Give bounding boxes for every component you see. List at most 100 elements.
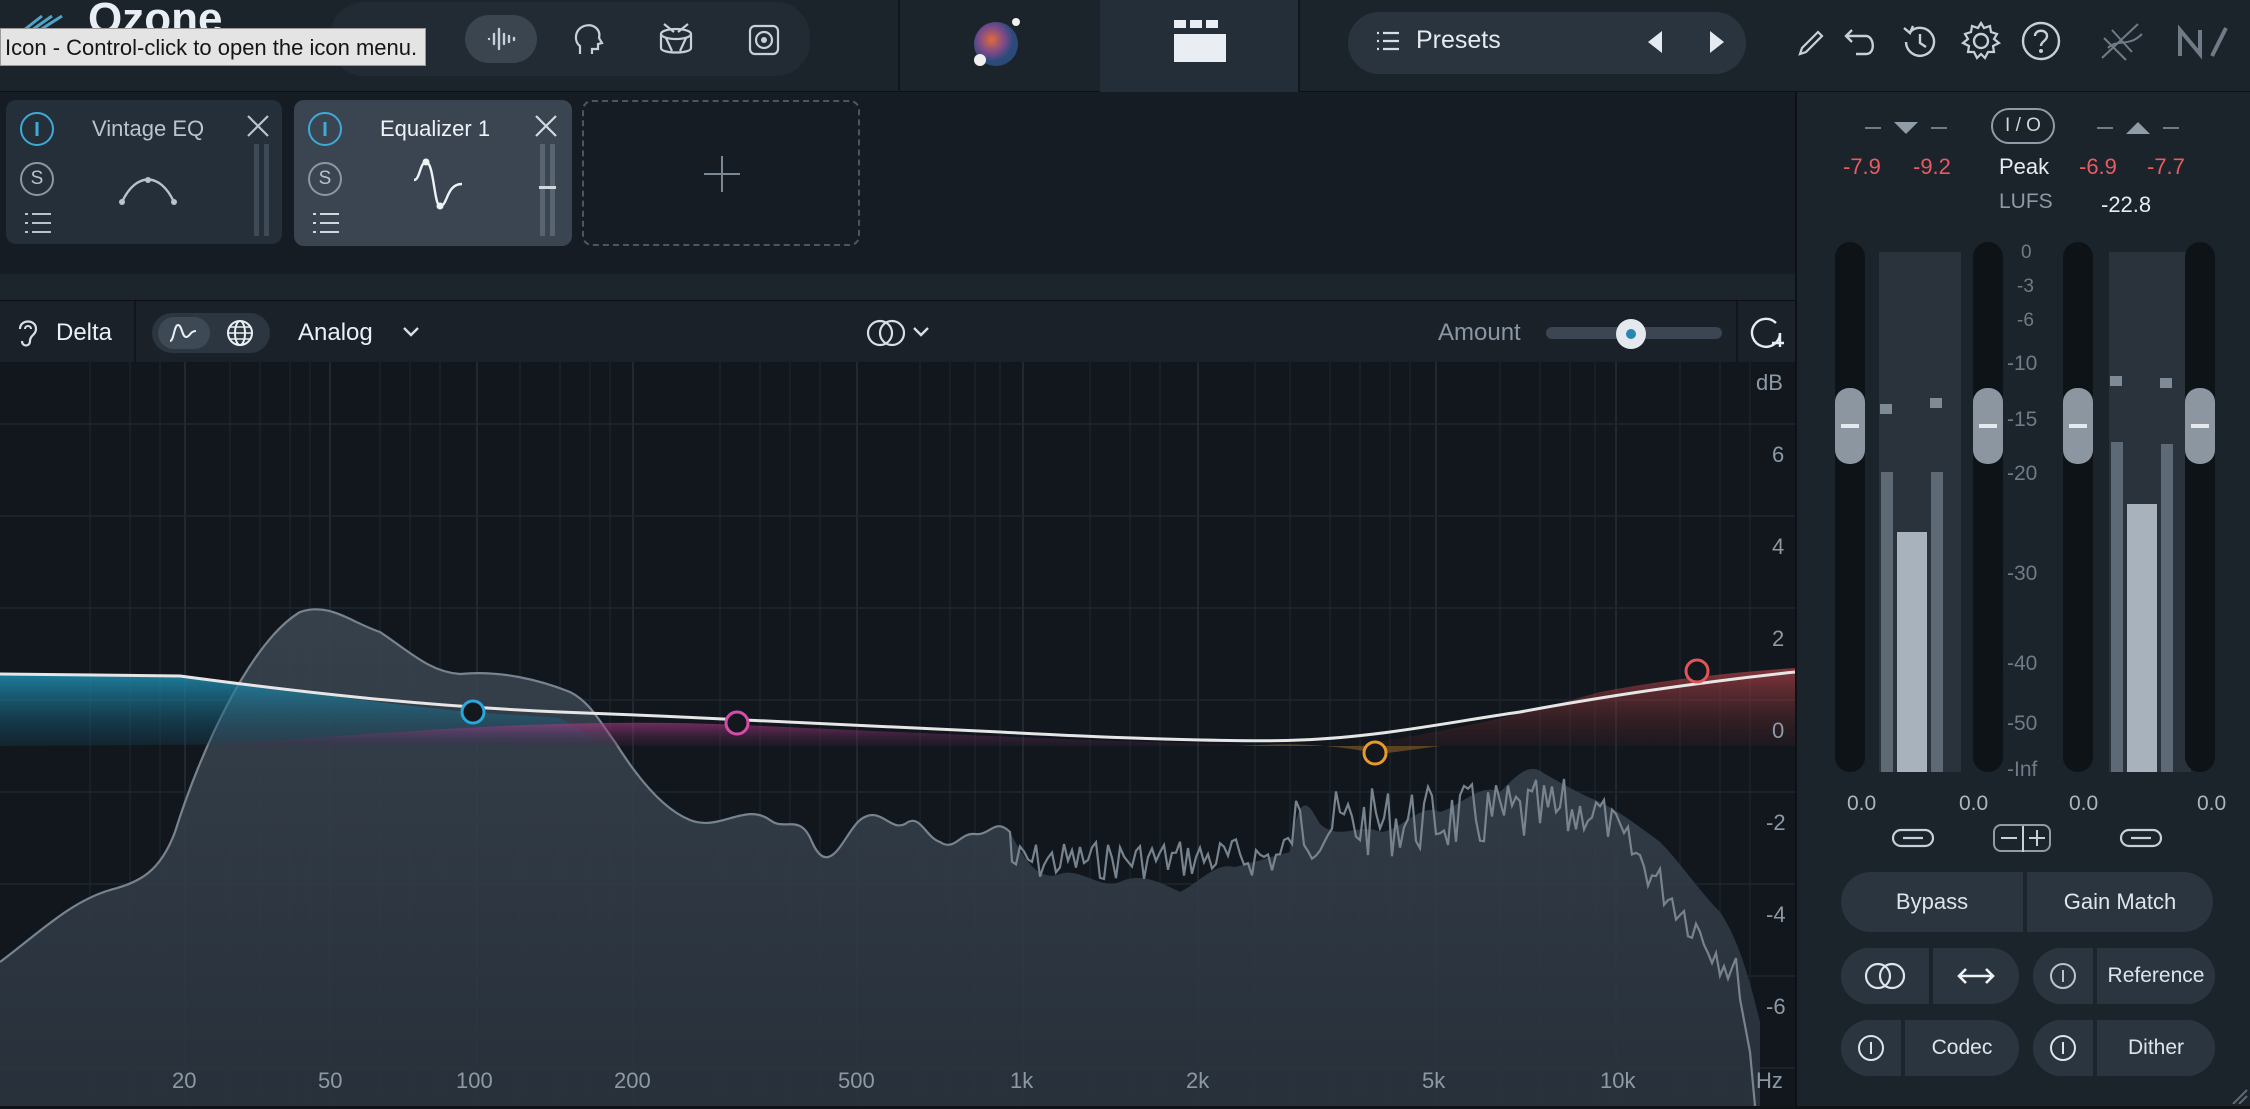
mode-select[interactable]: Analog xyxy=(298,319,373,347)
help-icon[interactable] xyxy=(2020,20,2062,62)
output-peak-right: -7.7 xyxy=(2147,154,2185,179)
reference-button[interactable]: Reference xyxy=(2097,948,2215,1004)
history-icon[interactable] xyxy=(1900,22,1940,62)
add-module-button[interactable] xyxy=(582,100,860,246)
bypass-button[interactable]: Bypass xyxy=(1841,872,2023,932)
orb-icon[interactable] xyxy=(970,16,1026,72)
dither-button[interactable]: Dither xyxy=(2097,1020,2215,1076)
resize-grip-icon[interactable] xyxy=(2229,1086,2249,1105)
eq-graph[interactable]: dB 6 4 2 0 -2 -4 -6 20 50 100 200 500 1k… xyxy=(0,362,1795,1106)
output-peak-left: -6.9 xyxy=(2079,154,2117,179)
output-fader-handle-left[interactable] xyxy=(2063,388,2093,464)
output-fader-track-right[interactable] xyxy=(2185,242,2215,772)
io-meter-panel: I / O -7.9 -9.2 Peak -6.9 -7.7 LUFS -22.… xyxy=(1795,92,2250,1106)
meter-scale-tick: -6 xyxy=(2017,310,2034,331)
input-fader-track-left[interactable] xyxy=(1835,242,1865,772)
db-axis-label: dB xyxy=(1756,370,1783,395)
drum-icon[interactable] xyxy=(656,20,696,60)
module-card-vintage-eq[interactable]: S Vintage EQ xyxy=(6,100,282,244)
prev-arrow-icon[interactable] xyxy=(1644,29,1666,55)
module-name: Vintage EQ xyxy=(92,116,205,141)
codec-power-button[interactable] xyxy=(1841,1020,1901,1076)
presets-bar[interactable] xyxy=(1348,12,1746,74)
hz-tick: 5k xyxy=(1422,1068,1446,1093)
menu-icon[interactable] xyxy=(24,212,52,234)
solo-button[interactable]: S xyxy=(20,162,54,196)
close-icon[interactable] xyxy=(246,114,270,138)
menu-icon[interactable] xyxy=(312,212,340,234)
close-icon[interactable] xyxy=(534,114,558,138)
output-gain-right[interactable]: 0.0 xyxy=(2197,792,2226,816)
hz-tick: 2k xyxy=(1186,1068,1210,1093)
eq-curve-icon xyxy=(410,156,466,214)
input-collapse-icon[interactable] xyxy=(1861,120,1951,136)
globe-icon[interactable] xyxy=(225,318,255,348)
eq-band-node-1[interactable] xyxy=(460,699,486,725)
io-stepper[interactable] xyxy=(1993,824,2051,852)
output-meter-rms-left xyxy=(2111,442,2123,772)
speaker-icon[interactable] xyxy=(744,20,784,60)
power-icon xyxy=(1858,1035,1884,1061)
input-fader-handle-right[interactable] xyxy=(1973,388,2003,464)
output-collapse-icon[interactable] xyxy=(2093,120,2183,136)
output-link-icon[interactable] xyxy=(2119,826,2163,850)
input-peak-hold-left xyxy=(1880,404,1892,414)
stereo-mode-icon[interactable] xyxy=(866,317,908,349)
input-link-icon[interactable] xyxy=(1891,826,1935,850)
amount-slider-thumb[interactable] xyxy=(1616,319,1646,349)
modules-grid-icon[interactable] xyxy=(1172,20,1228,64)
meter-scale-tick: -50 xyxy=(2007,712,2038,735)
undo-icon[interactable] xyxy=(1842,24,1880,60)
swap-arrows-icon xyxy=(1957,968,1995,984)
power-icon xyxy=(2050,963,2076,989)
next-arrow-icon[interactable] xyxy=(1706,29,1728,55)
ear-icon[interactable] xyxy=(16,317,40,347)
signature-icon[interactable] xyxy=(2098,18,2148,66)
output-fader-track-left[interactable] xyxy=(2063,242,2093,772)
input-gain-left[interactable]: 0.0 xyxy=(1847,792,1876,816)
io-button[interactable]: I / O xyxy=(1991,108,2055,144)
eq-toolbar: Delta Analog Amount xyxy=(0,300,1795,363)
dither-power-button[interactable] xyxy=(2033,1020,2093,1076)
chevron-down-icon[interactable] xyxy=(402,325,420,339)
input-meter-rms-left xyxy=(1881,472,1893,772)
gear-icon[interactable] xyxy=(1960,20,2002,62)
chevron-down-icon[interactable] xyxy=(912,325,930,339)
swap-channels-button[interactable] xyxy=(1933,948,2019,1004)
ni-logo-icon[interactable] xyxy=(2176,24,2230,60)
tooltip-text: Icon - Control-click to open the icon me… xyxy=(5,35,418,60)
delta-toggle[interactable]: Delta xyxy=(56,319,112,347)
hz-tick: 1k xyxy=(1010,1068,1034,1093)
input-peak-left: -7.9 xyxy=(1843,154,1881,179)
input-meter-rms-right xyxy=(1931,472,1943,772)
input-fader-handle-left[interactable] xyxy=(1835,388,1865,464)
stereo-monitor-button[interactable] xyxy=(1841,948,1929,1004)
solo-button[interactable]: S xyxy=(308,162,342,196)
curve-view-icon[interactable] xyxy=(158,317,210,349)
bell-curve-icon xyxy=(116,162,180,210)
eq-graph-canvas[interactable] xyxy=(0,362,1795,1106)
meter-scale-tick: 0 xyxy=(2021,242,2032,263)
eq-band-node-3[interactable] xyxy=(1362,740,1388,766)
output-fader-handle-right[interactable] xyxy=(2185,388,2215,464)
module-card-equalizer-1[interactable]: S Equalizer 1 xyxy=(294,100,572,246)
output-meter-rms-right xyxy=(2161,444,2173,772)
power-icon[interactable] xyxy=(20,112,54,146)
power-icon[interactable] xyxy=(308,112,342,146)
eq-band-node-2[interactable] xyxy=(724,710,750,736)
head-icon[interactable] xyxy=(568,20,608,60)
reference-power-button[interactable] xyxy=(2033,948,2093,1004)
list-icon xyxy=(1376,30,1400,52)
module-meter-level xyxy=(539,186,556,189)
output-gain-left[interactable]: 0.0 xyxy=(2069,792,2098,816)
input-peak-hold-right xyxy=(1930,398,1942,408)
eq-band-node-4[interactable] xyxy=(1684,658,1710,684)
gain-match-button[interactable]: Gain Match xyxy=(2027,872,2213,932)
input-gain-right[interactable]: 0.0 xyxy=(1959,792,1988,816)
codec-button[interactable]: Codec xyxy=(1905,1020,2019,1076)
waveform-icon[interactable] xyxy=(465,15,537,63)
reset-loop-icon[interactable] xyxy=(1746,313,1786,353)
pencil-icon[interactable] xyxy=(1794,26,1826,60)
input-fader-track-right[interactable] xyxy=(1973,242,2003,772)
output-meter-level xyxy=(2127,504,2157,772)
